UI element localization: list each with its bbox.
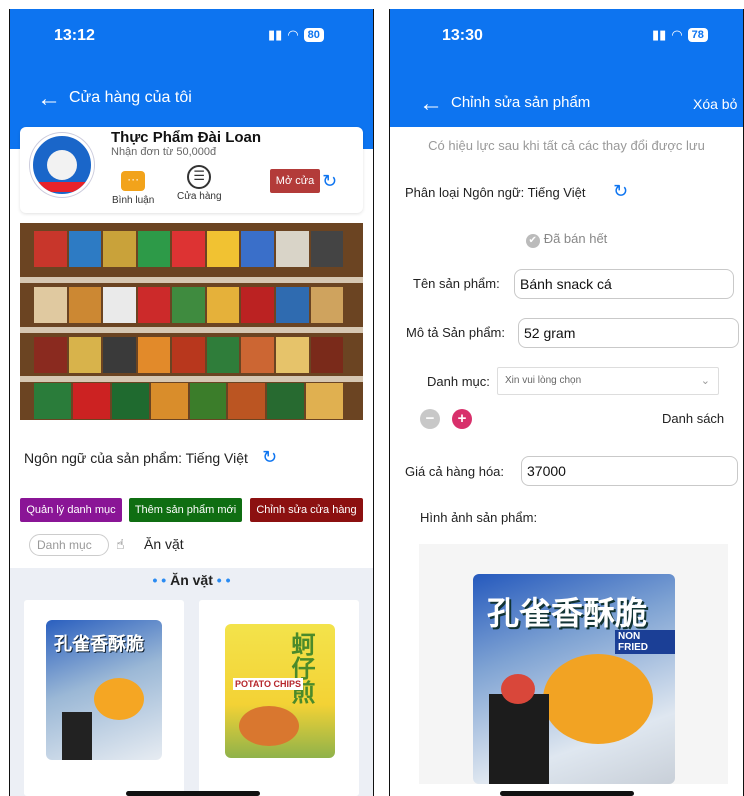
store-label: Cửa hàng <box>177 191 222 202</box>
status-icons: ▮▮ ◠ 80 <box>268 27 324 43</box>
store-card: Thực Phẩm Đài Loan Nhận đơn từ 50,000đ ·… <box>20 127 363 213</box>
figure-icon <box>62 712 92 760</box>
comment-icon: ··· <box>121 171 146 191</box>
section-title: • • Ăn vặt • • <box>152 572 231 588</box>
back-arrow-icon[interactable]: ← <box>37 87 61 111</box>
category-select[interactable]: Xin vui lòng chọn ⌄ <box>497 367 719 395</box>
product-description-field[interactable]: 52 gram <box>518 318 739 348</box>
signal-icon: ▮▮ <box>652 27 667 42</box>
product-language: Ngôn ngữ của sản phẩm: Tiếng Việt <box>24 450 248 466</box>
wifi-icon: ◠ <box>287 27 299 42</box>
description-label: Mô tả Sản phẩm: <box>406 325 505 340</box>
current-category[interactable]: Ăn vặt <box>144 536 184 552</box>
store-screen: 13:12 ▮▮ ◠ 80 ← Cửa hàng của tôi Thực Ph… <box>9 9 374 796</box>
battery-icon: 80 <box>303 28 324 42</box>
product-image-upload[interactable]: 孔雀香酥脆 NON FRIED <box>419 544 728 784</box>
product-language-text: Ngôn ngữ của sản phẩm: Tiếng Việt <box>24 450 248 466</box>
minus-button[interactable]: − <box>420 409 440 429</box>
price-field[interactable]: 37000 <box>521 456 738 486</box>
edit-product-screen: 13:30 ▮▮ ◠ 78 ← Chỉnh sửa sản phẩm Xóa b… <box>389 9 744 796</box>
review-button[interactable]: ··· Bình luận <box>112 171 154 206</box>
store-logo <box>30 133 94 197</box>
store-button[interactable]: ☰ Cửa hàng <box>177 165 222 202</box>
status-time: 13:30 <box>442 27 483 44</box>
open-store-button[interactable]: Mở cửa <box>270 169 320 193</box>
language-refresh-icon[interactable]: ↻ <box>613 181 628 202</box>
list-icon: ☰ <box>187 165 212 189</box>
logo-band <box>33 182 91 192</box>
name-label: Tên sản phẩm: <box>413 276 500 291</box>
sticker-icon <box>501 674 535 704</box>
page-title: Cửa hàng của tôi <box>69 89 192 106</box>
pointer-hand-icon: ☝ <box>116 536 125 552</box>
image-label: Hình ảnh sản phẩm: <box>420 510 538 525</box>
sold-out-toggle[interactable]: ✔ Đã bán hết <box>390 231 743 248</box>
pack-label: 孔雀香酥脆 <box>487 595 648 631</box>
price-label: Giá cả hàng hóa: <box>405 464 505 479</box>
home-indicator <box>126 791 260 796</box>
wifi-icon: ◠ <box>671 27 683 42</box>
product-image: 孔雀香酥脆 NON FRIED <box>473 574 675 784</box>
product-name-field[interactable]: Bánh snack cá <box>514 269 734 299</box>
add-product-button[interactable]: Thêm sản phẩm mới <box>129 498 242 522</box>
pack-sub-label: POTATO CHIPS <box>233 678 304 690</box>
plus-button[interactable]: + <box>452 409 472 429</box>
store-photo <box>20 223 363 420</box>
save-notice: Có hiệu lực sau khi tất cả các thay đổi … <box>428 138 705 153</box>
pack-label: 孔雀香酥脆 <box>54 634 144 654</box>
product-card[interactable]: 孔雀香酥脆 <box>24 600 184 796</box>
product-image: 孔雀香酥脆 <box>46 620 162 760</box>
product-card[interactable]: 蚵仔煎 POTATO CHIPS <box>199 600 359 796</box>
check-circle-icon: ✔ <box>525 234 540 248</box>
figure-icon <box>489 694 549 784</box>
refresh-icon[interactable]: ↻ <box>322 171 337 192</box>
status-time: 13:12 <box>54 27 95 44</box>
category-list-link[interactable]: Danh sách <box>662 411 724 426</box>
product-image: 蚵仔煎 POTATO CHIPS <box>225 624 335 758</box>
review-label: Bình luận <box>112 195 155 206</box>
chevron-down-icon: ⌄ <box>700 375 710 387</box>
battery-icon: 78 <box>687 28 708 42</box>
delete-button[interactable]: Xóa bỏ <box>693 96 737 112</box>
language-classification: Phân loại Ngôn ngữ: Tiếng Việt <box>405 185 586 200</box>
signal-icon: ▮▮ <box>268 27 283 42</box>
language-refresh-icon[interactable]: ↻ <box>262 447 277 468</box>
mascot-icon <box>47 150 77 180</box>
edit-store-button[interactable]: Chỉnh sửa cửa hàng <box>250 498 363 522</box>
home-indicator <box>500 791 634 796</box>
status-icons: ▮▮ ◠ 78 <box>652 27 708 43</box>
fish-icon <box>94 678 144 720</box>
pack-label: 蚵仔煎 <box>287 632 314 704</box>
fish-icon <box>543 654 653 744</box>
manage-categories-button[interactable]: Quản lý danh mục <box>20 498 122 522</box>
category-filter[interactable]: Danh mục <box>29 534 109 556</box>
sold-out-label: Đã bán hết <box>543 231 608 246</box>
section-title-text: Ăn vặt <box>170 572 213 588</box>
non-fried-badge: NON FRIED <box>615 630 675 654</box>
page-title: Chỉnh sửa sản phẩm <box>451 94 591 111</box>
food-icon <box>239 706 299 746</box>
back-arrow-icon[interactable]: ← <box>419 92 443 116</box>
category-label: Danh mục: <box>427 374 490 389</box>
store-name: Thực Phẩm Đài Loan <box>111 129 262 146</box>
min-order-text: Nhận đơn từ 50,000đ <box>111 146 217 158</box>
category-select-value: Xin vui lòng chọn <box>505 375 582 386</box>
